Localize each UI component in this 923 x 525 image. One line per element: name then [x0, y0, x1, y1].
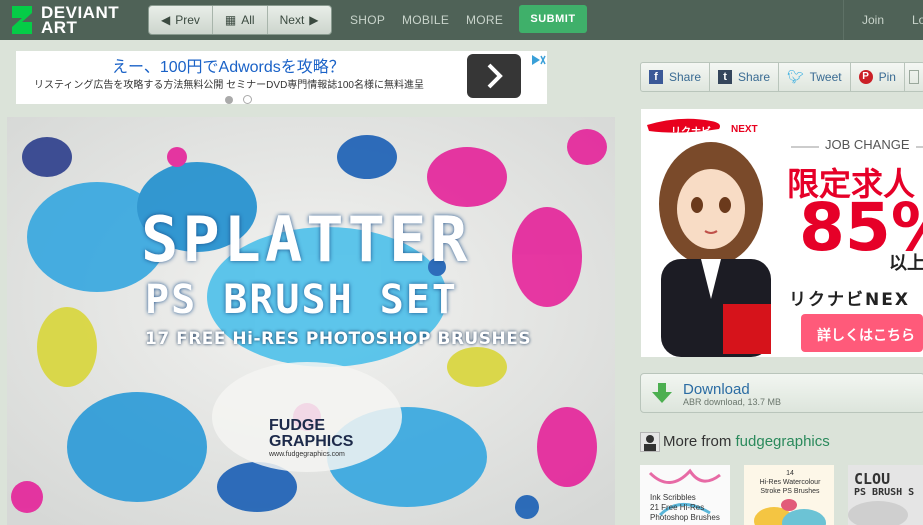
brand-url: www.fudgegraphics.com	[269, 451, 345, 458]
adchoices-close-icon[interactable]	[530, 53, 546, 67]
tumblr-share-button[interactable]: t Share	[710, 63, 780, 91]
carousel-dot[interactable]	[243, 95, 252, 104]
tumblr-share-label: Share	[738, 70, 771, 84]
avatar-person-icon	[644, 435, 656, 451]
thumb1-line2: 21 Free Hi-Res	[650, 503, 705, 512]
login-link[interactable]: Lo	[912, 13, 923, 27]
ad-next-arrow-button[interactable]	[467, 54, 521, 98]
side-ad-brand: リクナビ	[671, 127, 711, 138]
artwork-subtitle: 17 FREE Hi-RES PHOTOSHOP BRUSHES	[145, 329, 532, 349]
tumblr-icon: t	[718, 70, 733, 84]
thumb3-line1: CLOU	[854, 470, 891, 488]
side-ad-brand-suffix: NEXT	[731, 124, 758, 135]
side-ad-cta-button[interactable]: 詳しくはこちら	[817, 325, 915, 345]
chevron-right-icon: ▶	[309, 13, 319, 27]
thumb2-line3: Stroke PS Brushes	[760, 488, 820, 495]
pinterest-icon: P	[858, 70, 873, 84]
pinterest-pin-button[interactable]: P Pin	[851, 63, 905, 91]
deviantart-z-icon	[12, 6, 32, 34]
chevron-left-icon: ◀	[161, 13, 171, 27]
more-share-button[interactable]	[905, 63, 923, 91]
chevron-right-icon	[487, 63, 503, 89]
facebook-share-button[interactable]: f Share	[641, 63, 711, 91]
avatar[interactable]	[640, 432, 660, 452]
thumb1-line3: Photoshop Brushes	[650, 513, 720, 522]
more-from-heading: More from fudgegraphics	[663, 433, 830, 450]
ad-banner[interactable]: えー、100円でAdwordsを攻略？ リスティング広告を攻略する方法無料公開 …	[16, 51, 547, 104]
side-ad-brand-kana: リクナビNEX	[789, 290, 910, 310]
next-button[interactable]: Next ▶	[268, 6, 331, 34]
nav-shop[interactable]: SHOP	[350, 13, 385, 27]
ad-carousel-dots	[225, 91, 262, 109]
related-thumbnail-3[interactable]: CLOU PS BRUSH S	[848, 465, 923, 525]
prev-label: Prev	[175, 13, 200, 27]
share-bar: f Share t Share 🐦︎ Tweet P Pin	[640, 62, 923, 92]
more-share-icon	[908, 70, 919, 84]
thumb3-line2: PS BRUSH S	[854, 487, 915, 498]
carousel-dot-active[interactable]	[225, 96, 233, 104]
nav-mobile[interactable]: MOBILE	[402, 13, 449, 27]
download-label: Download	[683, 381, 750, 398]
deviantart-logo[interactable]: DEVIANT ART	[8, 4, 128, 36]
download-button[interactable]: Download ABR download, 13.7 MB	[640, 373, 923, 413]
thumb1-line1: Ink Scribbles	[650, 493, 696, 502]
twitter-icon: 🐦︎	[787, 69, 804, 84]
facebook-share-label: Share	[669, 70, 702, 84]
side-ad[interactable]: リクナビ NEXT JOB CHANGE 限定求人 85% 以上 リクナビNEX…	[641, 109, 923, 357]
artwork-title-line1: SPLATTER	[141, 203, 472, 276]
nav-more[interactable]: MORE	[466, 13, 503, 27]
facebook-icon: f	[649, 70, 663, 84]
brand-graphics: GRAPHICS	[269, 433, 354, 450]
top-bar: DEVIANT ART ◀ Prev ▦ All Next ▶ SHOP MOB…	[0, 0, 923, 40]
all-button[interactable]: ▦ All	[213, 6, 268, 34]
side-ad-job-change: JOB CHANGE	[819, 137, 916, 152]
grid-icon: ▦	[224, 13, 237, 27]
thumb2-line2: Hi-Res Watercolour	[759, 479, 821, 486]
prev-button[interactable]: ◀ Prev	[149, 6, 213, 34]
thumb2-line1: 14	[786, 470, 794, 477]
account-nav: Join Lo	[843, 0, 923, 40]
download-info: ABR download, 13.7 MB	[683, 397, 782, 407]
related-thumbnail-1[interactable]: Ink Scribbles 21 Free Hi-Res Photoshop B…	[640, 465, 730, 525]
side-ad-above: 以上	[889, 253, 923, 273]
twitter-tweet-label: Tweet	[809, 70, 842, 84]
more-from-prefix: More from	[663, 433, 732, 450]
next-label: Next	[279, 13, 305, 27]
twitter-tweet-button[interactable]: 🐦︎ Tweet	[779, 63, 851, 91]
ad-headline[interactable]: えー、100円でAdwordsを攻略？	[112, 53, 345, 77]
artwork-title-line2: PS BRUSH SET	[145, 277, 458, 323]
ad-subtext: リスティング広告を攻略する方法無料公開 セミナーDVD専門情報誌100名様に無料…	[34, 80, 424, 91]
artwork-image[interactable]: SPLATTER PS BRUSH SET 17 FREE Hi-RES PHO…	[7, 117, 615, 525]
submit-button[interactable]: SUBMIT	[519, 5, 587, 33]
download-arrow-icon	[652, 383, 672, 403]
join-link[interactable]: Join	[862, 13, 884, 27]
all-label: All	[241, 13, 255, 27]
pinterest-pin-label: Pin	[878, 70, 896, 84]
gallery-pager: ◀ Prev ▦ All Next ▶	[148, 5, 332, 35]
logo-text-line2: ART	[41, 18, 78, 37]
more-from-user-link[interactable]: fudgegraphics	[736, 433, 830, 450]
related-thumbnail-2[interactable]: 14 Hi-Res Watercolour Stroke PS Brushes	[744, 465, 834, 525]
